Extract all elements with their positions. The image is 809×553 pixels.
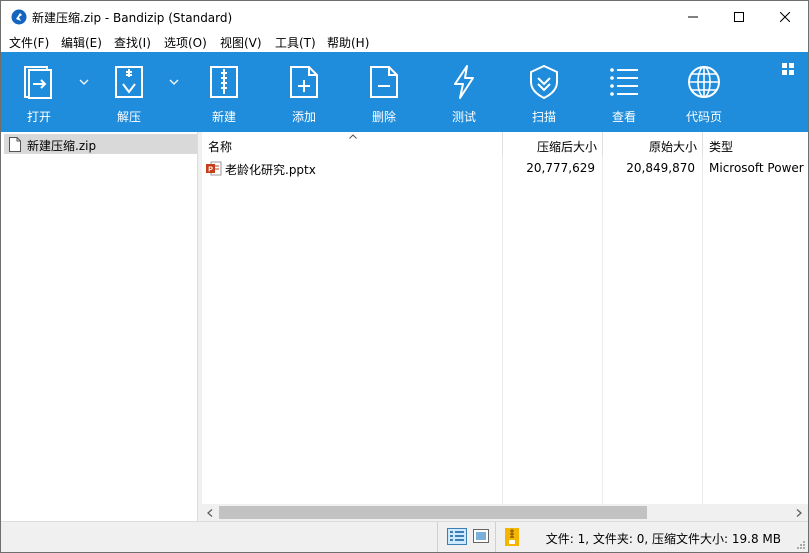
file-name: 老龄化研究.pptx (225, 163, 316, 177)
menu-edit[interactable]: 编辑(E) (61, 34, 102, 51)
scroll-left-icon[interactable] (207, 509, 213, 517)
maximize-button[interactable] (716, 1, 762, 33)
column-header-original[interactable]: 原始大小 (602, 132, 702, 156)
thumbnail-view-icon[interactable] (473, 529, 489, 543)
delete-label: 删除 (371, 110, 396, 124)
delete-file-icon (370, 66, 398, 98)
column-compressed-label: 压缩后大小 (536, 140, 597, 154)
extract-icon (115, 66, 143, 98)
lightning-icon (454, 65, 474, 99)
add-file-icon (290, 66, 318, 98)
bandizip-logo-icon (11, 9, 27, 25)
table-row[interactable]: P 老龄化研究.pptx 20,777,629 20,849,870 Micro… (202, 158, 808, 178)
maximize-icon (734, 12, 744, 22)
new-label: 新建 (211, 110, 236, 124)
title-bar: 新建压缩.zip - Bandizip (Standard) (0, 0, 809, 32)
file-list: 名称 压缩后大小 原始大小 类型 P 老龄化研究.pptx 20,777,629… (202, 132, 808, 521)
tree-item-archive[interactable]: 新建压缩.zip (4, 134, 197, 154)
column-header-name[interactable]: 名称 (202, 132, 502, 156)
open-label: 打开 (26, 110, 51, 124)
codepage-label: 代码页 (685, 110, 722, 124)
open-icon (24, 66, 52, 99)
column-gridline (502, 156, 503, 506)
menu-options[interactable]: 选项(O) (164, 34, 207, 51)
scrollbar-thumb[interactable] (219, 506, 647, 519)
menu-tools[interactable]: 工具(T) (275, 34, 316, 51)
file-type: Microsoft Power (709, 161, 804, 175)
globe-icon (688, 66, 720, 98)
minimize-button[interactable] (670, 1, 716, 33)
menu-help[interactable]: 帮助(H) (327, 34, 369, 51)
list-view-icon (610, 68, 638, 96)
column-type-label: 类型 (709, 140, 734, 154)
close-icon (780, 12, 790, 22)
codepage-button[interactable]: 代码页 (669, 52, 739, 132)
details-view-icon[interactable] (447, 528, 467, 545)
open-button[interactable]: 打开 (4, 52, 74, 132)
column-original-label: 原始大小 (648, 140, 697, 154)
menu-bar: 文件(F) 编辑(E) 查找(I) 选项(O) 视图(V) 工具(T) 帮助(H… (0, 32, 809, 52)
view-button[interactable]: 查看 (589, 52, 659, 132)
svg-text:P: P (208, 167, 213, 174)
status-bar: 文件: 1, 文件夹: 0, 压缩文件大小: 19.8 MB (1, 521, 808, 552)
window-title: 新建压缩.zip - Bandizip (Standard) (32, 11, 233, 25)
close-button[interactable] (762, 1, 808, 33)
status-divider (495, 522, 496, 552)
new-button[interactable]: 新建 (189, 52, 259, 132)
file-compressed-size: 20,777,629 (526, 161, 595, 175)
extract-label: 解压 (116, 110, 141, 124)
shield-icon (530, 64, 558, 100)
scan-button[interactable]: 扫描 (509, 52, 579, 132)
toolbar: 打开 解压 新建 添加 删除 测试 扫描 查看 代码页 (1, 52, 808, 132)
column-name-label: 名称 (208, 140, 233, 154)
scan-label: 扫描 (531, 110, 556, 124)
column-gridline (602, 156, 603, 506)
column-gridline (702, 156, 703, 506)
extract-dropdown-icon[interactable] (169, 79, 179, 85)
window-border (0, 52, 1, 553)
status-text: 文件: 1, 文件夹: 0, 压缩文件大小: 19.8 MB (545, 532, 781, 546)
layout-grid-icon[interactable] (782, 63, 794, 75)
column-header-type[interactable]: 类型 (702, 132, 808, 156)
menu-find[interactable]: 查找(I) (114, 34, 151, 51)
delete-button[interactable]: 删除 (349, 52, 419, 132)
menu-file[interactable]: 文件(F) (9, 34, 49, 51)
add-button[interactable]: 添加 (269, 52, 339, 132)
horizontal-scrollbar[interactable] (202, 504, 808, 521)
minimize-icon (688, 16, 698, 18)
menu-view[interactable]: 视图(V) (220, 34, 262, 51)
column-header-compressed[interactable]: 压缩后大小 (502, 132, 602, 156)
tree-item-label: 新建压缩.zip (27, 139, 97, 153)
file-original-size: 20,849,870 (626, 161, 695, 175)
file-icon (9, 137, 21, 152)
folder-tree: 新建压缩.zip (1, 132, 198, 521)
extract-button[interactable]: 解压 (94, 52, 164, 132)
scroll-right-icon[interactable] (796, 509, 802, 517)
status-divider (437, 522, 438, 552)
view-label: 查看 (611, 110, 636, 124)
open-dropdown-icon[interactable] (79, 79, 89, 85)
test-label: 测试 (451, 110, 476, 124)
sort-ascending-icon (349, 134, 357, 139)
new-archive-icon (210, 66, 238, 98)
archive-icon (505, 528, 519, 546)
powerpoint-file-icon: P (206, 161, 222, 176)
resize-grip-icon[interactable] (796, 540, 806, 550)
test-button[interactable]: 测试 (429, 52, 499, 132)
add-label: 添加 (291, 110, 316, 124)
